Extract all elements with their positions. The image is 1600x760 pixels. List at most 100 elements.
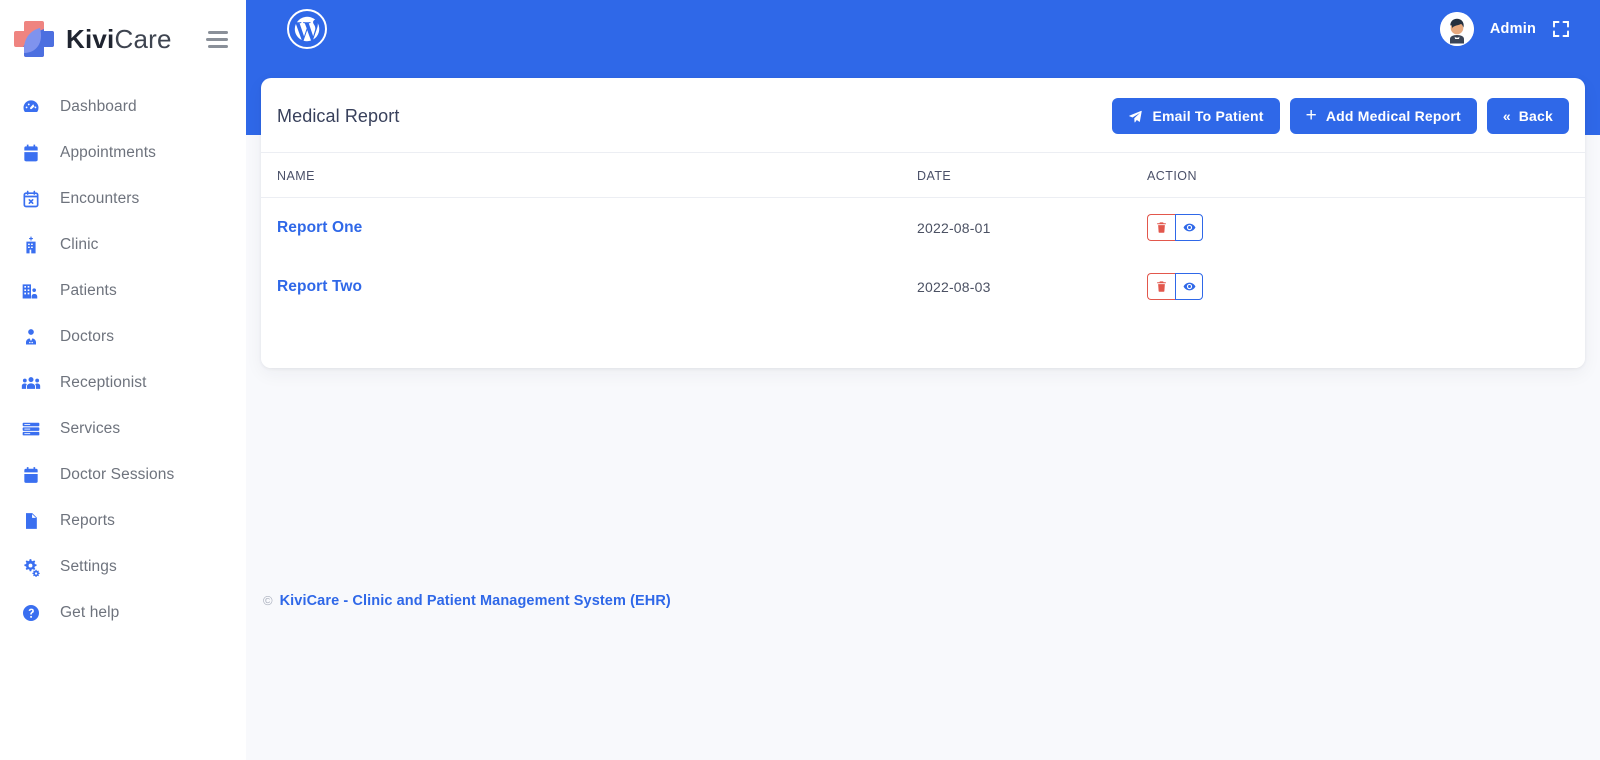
paper-plane-icon — [1128, 109, 1143, 124]
sidebar-header: KiviCare — [0, 0, 246, 78]
sidebar-item-label: Reports — [60, 512, 115, 529]
eye-icon — [1183, 221, 1196, 234]
sidebar-item-label: Services — [60, 420, 121, 437]
column-header-action: ACTION — [1131, 153, 1585, 198]
document-page-icon — [20, 510, 42, 532]
page-footer: © KiviCare - Clinic and Patient Manageme… — [261, 590, 671, 760]
table-header-row: NAME DATE ACTION — [261, 153, 1585, 198]
row-action-group — [1147, 273, 1203, 300]
table-header: NAME DATE ACTION — [261, 153, 1585, 198]
delete-report-button[interactable] — [1147, 214, 1175, 241]
add-medical-report-button[interactable]: + Add Medical Report — [1289, 98, 1477, 134]
cell-name: Report Two — [261, 257, 901, 316]
sidebar: KiviCare Dashboard Appointments Encounte… — [0, 0, 246, 760]
people-group-icon — [20, 372, 42, 394]
report-name-link[interactable]: Report Two — [277, 278, 362, 295]
hamburger-line — [206, 37, 228, 41]
admin-user-label: Admin — [1489, 20, 1536, 37]
card-header: Medical Report Email To Patient + Add Me… — [261, 78, 1585, 153]
sidebar-item-label: Doctor Sessions — [60, 466, 175, 483]
copyright-symbol: © — [263, 593, 273, 608]
brand-name-bold: Kivi — [66, 23, 115, 54]
sidebar-item-label: Encounters — [60, 190, 140, 207]
email-to-patient-button[interactable]: Email To Patient — [1112, 98, 1280, 134]
sidebar-item-get-help[interactable]: Get help — [0, 590, 246, 636]
trash-icon — [1155, 221, 1168, 234]
hamburger-line — [208, 44, 228, 48]
medical-report-card: Medical Report Email To Patient + Add Me… — [261, 78, 1585, 368]
cell-name: Report One — [261, 198, 901, 258]
sidebar-item-reports[interactable]: Reports — [0, 498, 246, 544]
sidebar-item-receptionist[interactable]: Receptionist — [0, 360, 246, 406]
button-label: Add Medical Report — [1325, 108, 1461, 124]
sidebar-item-label: Get help — [60, 604, 120, 621]
table-row: Report One 2022-08-01 — [261, 198, 1585, 258]
sidebar-item-label: Clinic — [60, 236, 99, 253]
brand-logo[interactable]: KiviCare — [10, 15, 202, 63]
sidebar-item-label: Receptionist — [60, 374, 147, 391]
calendar-solid-icon — [20, 464, 42, 486]
sidebar-item-appointments[interactable]: Appointments — [0, 130, 246, 176]
sidebar-item-services[interactable]: Services — [0, 406, 246, 452]
table-row: Report Two 2022-08-03 — [261, 257, 1585, 316]
footer-link[interactable]: KiviCare - Clinic and Patient Management… — [280, 590, 671, 612]
sidebar-item-label: Doctors — [60, 328, 115, 345]
sidebar-item-patients[interactable]: Patients — [0, 268, 246, 314]
avatar[interactable] — [1439, 11, 1474, 46]
sidebar-item-dashboard[interactable]: Dashboard — [0, 84, 246, 130]
hamburger-line — [208, 30, 228, 34]
view-report-button[interactable] — [1175, 273, 1203, 300]
fullscreen-expand-icon[interactable] — [1552, 20, 1570, 38]
card-action-buttons: Email To Patient + Add Medical Report « … — [1112, 98, 1569, 134]
delete-report-button[interactable] — [1147, 273, 1175, 300]
sidebar-nav: Dashboard Appointments Encounters Clinic — [0, 78, 246, 636]
speedometer-icon — [20, 96, 42, 118]
topbar-user-area: Admin — [1439, 11, 1578, 46]
question-circle-icon — [20, 602, 42, 624]
sidebar-item-doctors[interactable]: Doctors — [0, 314, 246, 360]
app-root: KiviCare Dashboard Appointments Encounte… — [0, 0, 1600, 760]
button-label: Back — [1518, 108, 1553, 124]
sidebar-item-label: Patients — [60, 282, 117, 299]
kivicare-cross-logo-icon — [10, 15, 58, 63]
doctor-person-icon — [20, 326, 42, 348]
column-header-name: NAME — [261, 153, 901, 198]
brand-name: KiviCare — [66, 24, 172, 55]
hospital-building-icon — [20, 234, 42, 256]
sidebar-item-clinic[interactable]: Clinic — [0, 222, 246, 268]
sidebar-item-settings[interactable]: Settings — [0, 544, 246, 590]
calendar-icon — [20, 142, 42, 164]
row-action-group — [1147, 214, 1203, 241]
column-header-date: DATE — [901, 153, 1131, 198]
cell-date: 2022-08-01 — [917, 219, 991, 236]
medical-reports-table: NAME DATE ACTION Report One 2022-08-01 R… — [261, 153, 1585, 316]
gears-icon — [20, 556, 42, 578]
calendar-x-icon — [20, 188, 42, 210]
building-people-icon — [20, 280, 42, 302]
plus-icon: + — [1305, 104, 1317, 126]
sidebar-item-label: Appointments — [60, 144, 156, 161]
sidebar-item-label: Dashboard — [60, 98, 137, 115]
view-report-button[interactable] — [1175, 214, 1203, 241]
sidebar-item-encounters[interactable]: Encounters — [0, 176, 246, 222]
topbar-inner: Admin — [246, 0, 1600, 57]
cell-date: 2022-08-03 — [917, 278, 991, 295]
cell-action — [1131, 198, 1585, 258]
brand-name-light: Care — [114, 23, 172, 54]
server-list-icon — [20, 418, 42, 440]
back-button[interactable]: « Back — [1486, 98, 1569, 134]
card-footer-spacer — [261, 316, 1585, 368]
report-name-link[interactable]: Report One — [277, 219, 362, 236]
table-body: Report One 2022-08-01 Report Two 2022-08… — [261, 198, 1585, 317]
eye-icon — [1183, 280, 1196, 293]
page-title: Medical Report — [277, 105, 400, 126]
sidebar-item-doctor-sessions[interactable]: Doctor Sessions — [0, 452, 246, 498]
sidebar-item-label: Settings — [60, 558, 117, 575]
trash-icon — [1155, 280, 1168, 293]
cell-action — [1131, 257, 1585, 316]
wordpress-logo-icon[interactable] — [286, 8, 328, 50]
main-content: Admin Medical Report Email To Patient + … — [246, 0, 1600, 760]
double-chevron-left-icon: « — [1502, 108, 1511, 124]
hamburger-menu-icon[interactable] — [202, 26, 228, 52]
button-label: Email To Patient — [1152, 108, 1264, 124]
